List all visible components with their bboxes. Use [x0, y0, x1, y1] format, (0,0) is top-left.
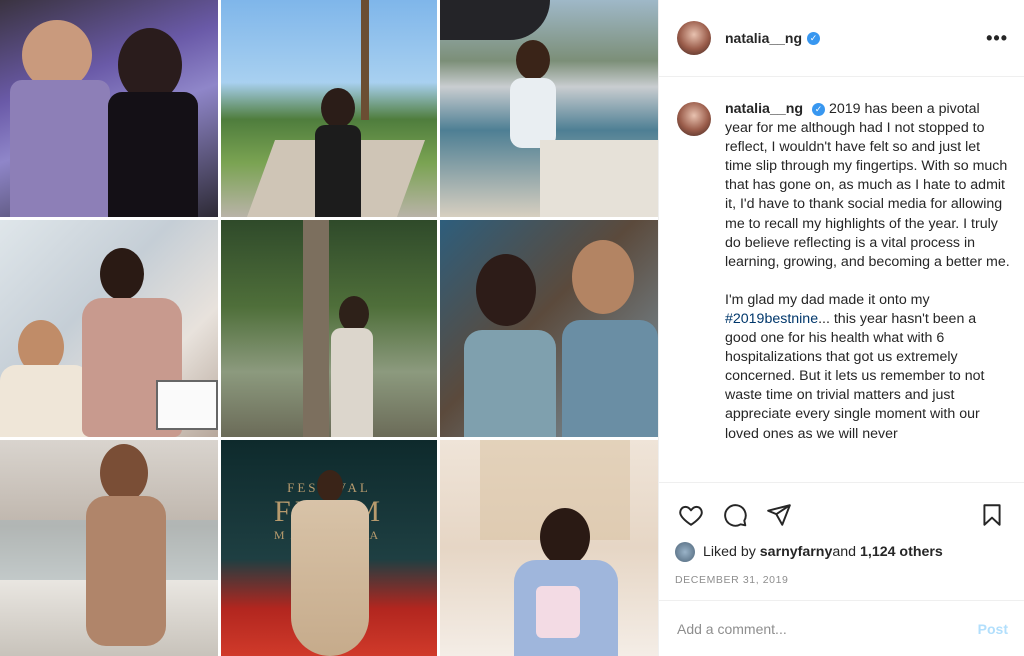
avatar[interactable] — [677, 21, 711, 55]
caption-paragraph-2-start: I'm glad my dad made it onto my — [725, 291, 930, 308]
comments-section[interactable]: natalia__ng ✓ 2019 has been a pivotal ye… — [659, 78, 1024, 482]
photo-tile-1 — [0, 0, 218, 217]
likes-prefix: Liked by — [703, 544, 756, 560]
photo-tile-2 — [221, 0, 437, 217]
username-link[interactable]: natalia__ng — [725, 30, 802, 46]
likes-middle: and — [832, 544, 857, 560]
caption-paragraph-1: 2019 has been a pivotal year for me alth… — [725, 101, 1010, 270]
post-header: natalia__ng ✓ ••• — [659, 0, 1024, 77]
verified-badge-icon: ✓ — [812, 103, 826, 116]
post-sidebar: natalia__ng ✓ ••• natalia__ng ✓ 2019 has… — [658, 0, 1024, 656]
liker-username-link[interactable]: sarnyfarny — [760, 544, 833, 560]
post-comment-button[interactable]: Post — [978, 621, 1008, 637]
instagram-post: FESTIVAL FILEM MALAYSIA natalia__ng ✓ ••… — [0, 0, 1024, 656]
action-icons — [675, 499, 1008, 531]
photo-tile-3 — [440, 0, 658, 217]
post-actions: Liked by sarnyfarny and 1,124 others DEC… — [659, 482, 1024, 586]
bookmark-icon[interactable] — [976, 499, 1008, 531]
photo-tile-9 — [440, 440, 658, 656]
caption-username-link[interactable]: natalia__ng — [725, 101, 803, 117]
caption-paragraph-2-end: ... this year hasn't been a good one for… — [725, 310, 985, 442]
post-image[interactable]: FESTIVAL FILEM MALAYSIA — [0, 0, 658, 656]
photo-tile-6 — [440, 220, 658, 437]
add-comment-bar: Post — [659, 600, 1024, 656]
more-options-icon[interactable]: ••• — [986, 28, 1008, 49]
liker-avatar[interactable] — [675, 542, 695, 562]
caption-text: natalia__ng ✓ 2019 has been a pivotal ye… — [725, 100, 1010, 463]
paper-plane-icon[interactable] — [763, 499, 795, 531]
likes-summary: Liked by sarnyfarny and 1,124 others — [675, 542, 1008, 562]
photo-tile-8: FESTIVAL FILEM MALAYSIA — [221, 440, 437, 656]
post-date[interactable]: DECEMBER 31, 2019 — [675, 574, 1008, 586]
photo-tile-5 — [221, 220, 437, 437]
likes-count-link[interactable]: 1,124 others — [860, 544, 943, 560]
caption-row: natalia__ng ✓ 2019 has been a pivotal ye… — [677, 100, 1010, 463]
comment-icon[interactable] — [719, 499, 751, 531]
photo-tile-4 — [0, 220, 218, 437]
verified-badge-icon: ✓ — [807, 31, 821, 45]
caption-avatar[interactable] — [677, 102, 711, 136]
heart-icon[interactable] — [675, 499, 707, 531]
comment-input[interactable] — [677, 620, 978, 637]
photo-tile-7 — [0, 440, 218, 656]
hashtag-link[interactable]: #2019bestnine — [725, 311, 818, 327]
